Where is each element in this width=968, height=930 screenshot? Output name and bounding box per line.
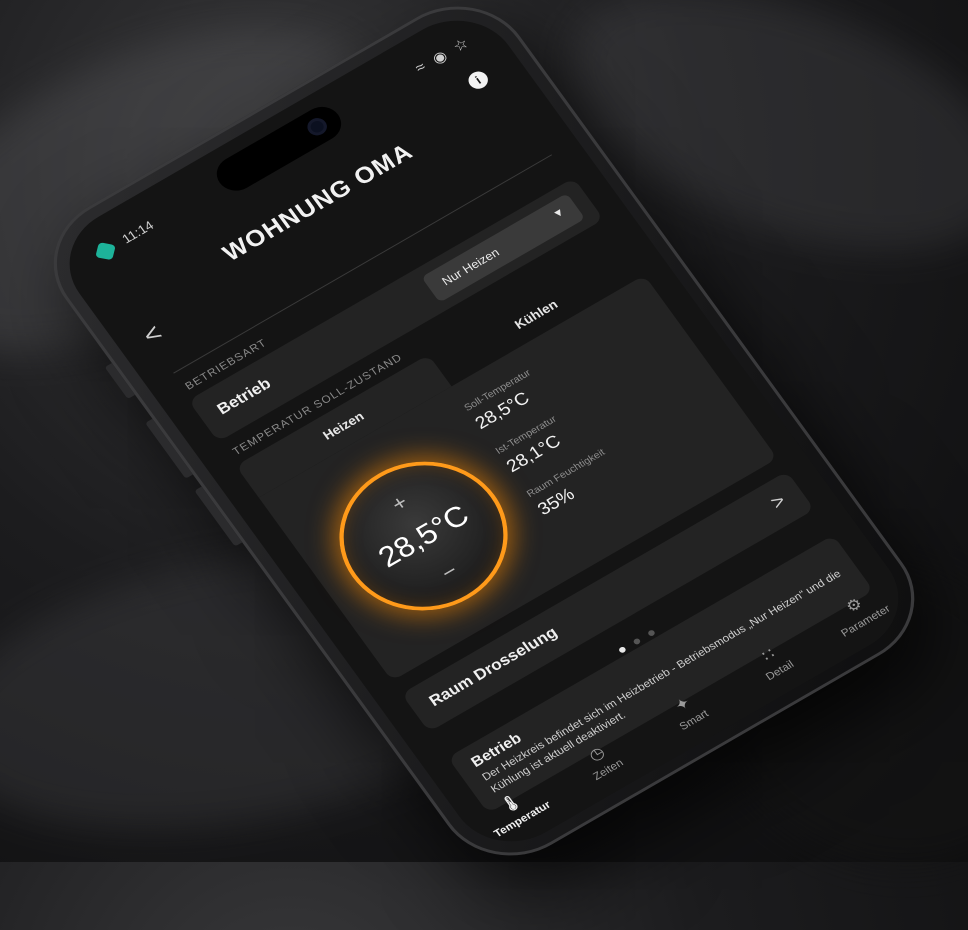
page-dot[interactable] bbox=[647, 628, 657, 637]
nav-temperatur[interactable]: 🌡 Temperatur bbox=[473, 777, 558, 842]
status-icons: ≈ ◉ ☆ bbox=[412, 34, 472, 77]
wifi-icon: ≈ bbox=[411, 58, 430, 77]
star-icon[interactable]: ☆ bbox=[449, 34, 472, 56]
nav-zeiten[interactable]: ◷ Zeiten bbox=[559, 728, 644, 793]
betriebsart-row-label: Betrieb bbox=[214, 375, 275, 419]
chevron-down-icon: ▼ bbox=[550, 205, 568, 222]
page-dot[interactable] bbox=[617, 646, 627, 655]
action-button bbox=[104, 362, 136, 400]
nav-parameter[interactable]: ⚙ Parameter bbox=[817, 579, 902, 644]
back-button[interactable]: < bbox=[137, 318, 169, 351]
nav-detail[interactable]: ∷ Detail bbox=[731, 629, 816, 694]
user-location-icon: ◉ bbox=[428, 47, 451, 68]
mode-select-value: Nur Heizen bbox=[439, 245, 502, 289]
chevron-right-icon: > bbox=[766, 490, 791, 514]
status-time: 11:14 bbox=[119, 217, 157, 247]
page-dot[interactable] bbox=[632, 637, 642, 646]
nav-smart[interactable]: ✦ Smart bbox=[645, 678, 730, 743]
app-logo-icon bbox=[95, 242, 116, 261]
